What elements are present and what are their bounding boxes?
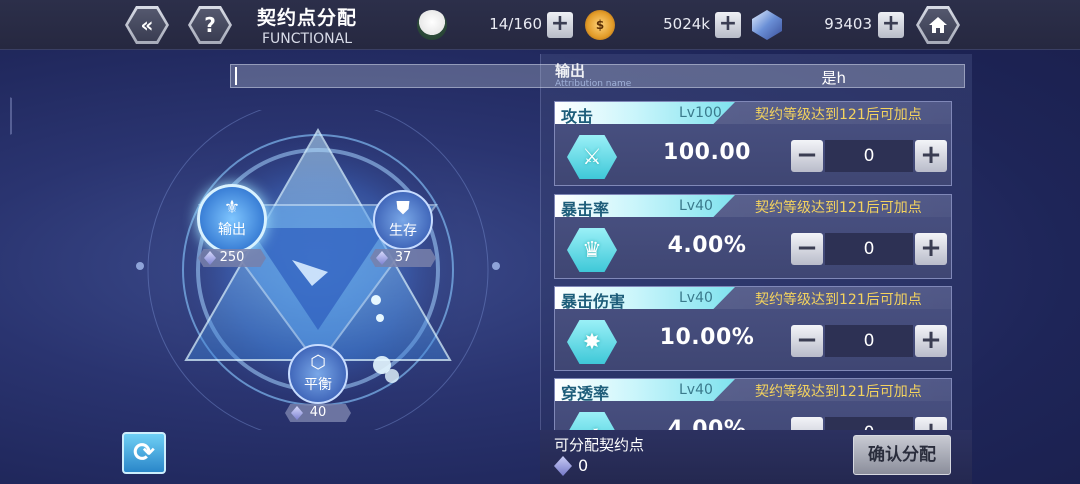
attribute-value: 100.00: [663, 140, 751, 165]
attribute-note: 契约等级达到121后可加点: [755, 107, 922, 123]
plus-button[interactable]: +: [915, 140, 947, 172]
text-caret: [235, 67, 237, 85]
coin-icon: $: [585, 10, 615, 40]
home-button[interactable]: [916, 6, 960, 44]
points-stepper: − 0 +: [791, 325, 947, 357]
search-input-value: 是h: [821, 69, 846, 87]
node-balance[interactable]: ⬡ 平衡: [288, 344, 348, 404]
minus-button[interactable]: −: [791, 233, 823, 265]
spark-1: [371, 295, 381, 305]
plus-button[interactable]: +: [915, 233, 947, 265]
attribute-level: Lv40: [679, 290, 713, 306]
points-stepper: − 0 +: [791, 140, 947, 172]
crystal-icon: [752, 10, 782, 40]
orbit-dot-left: [136, 262, 144, 270]
attribute-note: 契约等级达到121后可加点: [755, 384, 922, 400]
points-stepper: − 0 +: [791, 233, 947, 265]
crystals-value: 93403: [824, 15, 872, 33]
back-arrow-icon: «: [140, 13, 154, 37]
back-button[interactable]: «: [125, 6, 169, 44]
available-points-value: 0: [578, 456, 589, 475]
help-button[interactable]: ?: [188, 6, 232, 44]
sword-icon: ⚔: [567, 135, 617, 179]
attribute-card-crit-rate: 暴击率 Lv40 契约等级达到121后可加点 ♛ 4.00% − 0 +: [554, 194, 952, 279]
balance-shield-icon: ⬡: [310, 352, 326, 373]
attribute-note: 契约等级达到121后可加点: [755, 200, 922, 216]
top-bar: « ? 契约点分配 FUNCTIONAL 14/160 + $ 5024k + …: [0, 0, 1080, 50]
attribute-level: Lv40: [679, 382, 713, 398]
page-subtitle: FUNCTIONAL: [261, 31, 353, 47]
confirm-allocation-button[interactable]: 确认分配: [853, 435, 951, 475]
available-points-label: 可分配契约点: [554, 436, 645, 454]
page-title: 契约点分配: [256, 7, 357, 29]
node-survival[interactable]: ⛊ 生存: [373, 190, 433, 250]
coins-value: 5024k: [663, 15, 710, 33]
attribute-value: 10.00%: [659, 325, 755, 350]
points-field[interactable]: 0: [825, 140, 913, 172]
attribute-name: 穿透率: [561, 384, 610, 403]
attribution-subtitle: Attribution name: [555, 79, 632, 89]
attribution-title: 输出: [555, 62, 586, 80]
refresh-icon: ⟳: [133, 438, 155, 468]
side-decoration: [0, 86, 12, 146]
crit-crown-icon: ♛: [567, 228, 617, 272]
minus-button[interactable]: −: [791, 140, 823, 172]
refresh-button[interactable]: ⟳: [122, 432, 166, 474]
attribute-value: 4.00%: [667, 233, 747, 258]
attribute-card-attack: 攻击 Lv100 契约等级达到121后可加点 ⚔ 100.00 − 0 +: [554, 101, 952, 186]
rice-ball-icon: [417, 10, 447, 40]
home-icon: [929, 17, 947, 33]
add-stamina-button[interactable]: +: [547, 12, 573, 38]
attribute-name: 攻击: [561, 107, 594, 126]
page-title-block: 契约点分配 FUNCTIONAL: [240, 3, 374, 47]
stamina-value: 14/160: [489, 15, 542, 33]
add-coins-button[interactable]: +: [715, 12, 741, 38]
attribute-name: 暴击率: [561, 200, 610, 219]
attribute-level: Lv100: [679, 105, 722, 121]
armor-icon: ⛊: [396, 198, 410, 219]
attribute-name: 暴击伤害: [561, 292, 626, 311]
burst-icon: ✸: [567, 320, 617, 364]
help-icon: ?: [204, 13, 216, 37]
attribute-level: Lv40: [679, 198, 713, 214]
node-output[interactable]: ⚜ 输出: [197, 184, 267, 254]
sword-trident-icon: ⚜: [223, 197, 241, 218]
minus-button[interactable]: −: [791, 325, 823, 357]
attribute-note: 契约等级达到121后可加点: [755, 292, 922, 308]
plus-button[interactable]: +: [915, 325, 947, 357]
spark-2: [376, 314, 384, 322]
spark-4: [385, 369, 399, 383]
points-field[interactable]: 0: [825, 233, 913, 265]
attribute-card-crit-damage: 暴击伤害 Lv40 契约等级达到121后可加点 ✸ 10.00% − 0 +: [554, 286, 952, 371]
add-crystals-button[interactable]: +: [878, 12, 904, 38]
orbit-dot-right: [492, 262, 500, 270]
points-field[interactable]: 0: [825, 325, 913, 357]
